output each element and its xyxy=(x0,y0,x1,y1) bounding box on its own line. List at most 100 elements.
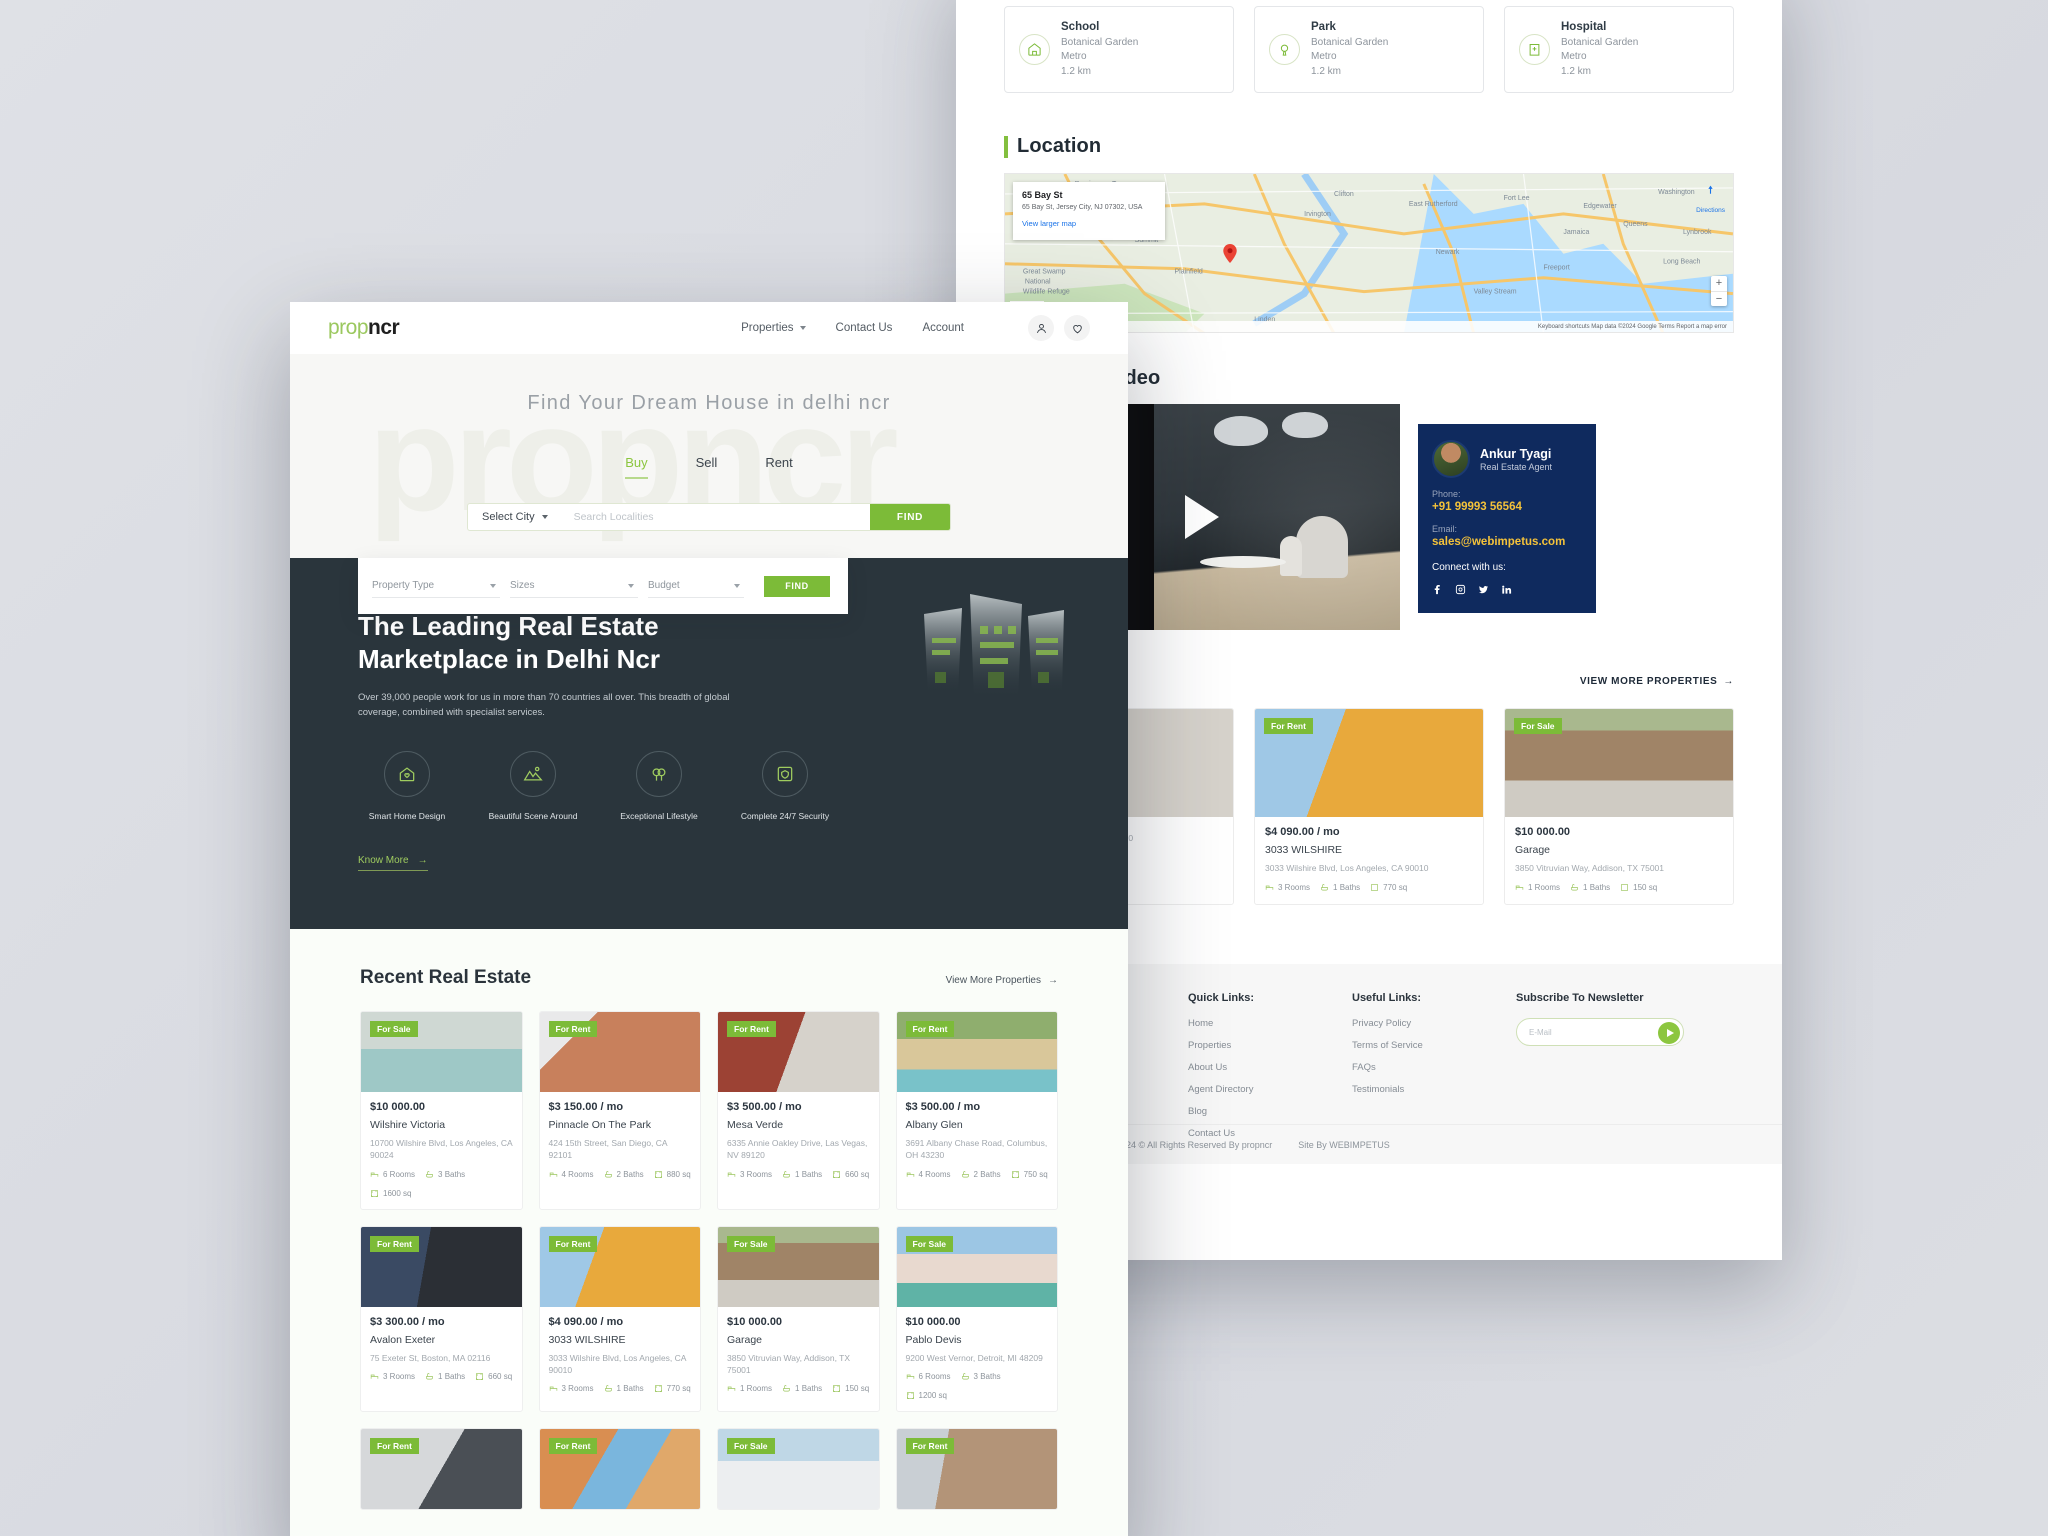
property-photo: For Sale xyxy=(1505,709,1733,818)
filter-find-button[interactable]: FIND xyxy=(764,575,830,597)
bath-icon xyxy=(604,1385,612,1392)
svg-text:Long Beach: Long Beach xyxy=(1663,259,1700,266)
property-address: 9200 West Vernor, Detroit, MI 48209 xyxy=(905,1352,1043,1363)
agent-email[interactable]: sales@webimpetus.com xyxy=(1432,536,1582,548)
property-card[interactable]: For Rent xyxy=(895,1427,1058,1510)
property-type-select[interactable]: Property Type xyxy=(372,575,500,598)
facebook-icon[interactable] xyxy=(1432,584,1443,595)
hero-search-bar: Select City Search Localities FIND xyxy=(467,503,951,531)
property-address: 6335 Annie Oakley Drive, Las Vegas, NV 8… xyxy=(727,1137,868,1161)
video-lamp xyxy=(1282,412,1328,439)
arrow-right-icon: → xyxy=(417,854,428,866)
property-price: $10 000.00 xyxy=(370,1100,426,1113)
know-more-button[interactable]: Know More → xyxy=(358,855,428,871)
amenity-sub2: Metro xyxy=(1561,51,1587,63)
useful-links-title: Useful Links: xyxy=(1352,992,1422,1004)
feature-lifestyle: Exceptional Lifestyle xyxy=(610,750,708,821)
amenities-row: School Botanical Garden Metro 1.2 km Par… xyxy=(1004,0,1734,94)
property-meta: 3 Rooms 1 Baths 660 sq xyxy=(370,1372,513,1381)
city-select[interactable]: Select City xyxy=(468,504,562,530)
svg-text:Wildlife Refuge: Wildlife Refuge xyxy=(1023,289,1070,296)
map-directions-button[interactable]: Directions xyxy=(1696,184,1725,217)
heart-icon[interactable] xyxy=(1064,315,1090,341)
site-logo[interactable]: propncr xyxy=(328,316,400,340)
view-more-properties-link[interactable]: VIEW MORE PROPERTIES → xyxy=(1580,676,1734,687)
footer-link-properties[interactable]: Properties xyxy=(1188,1040,1318,1051)
property-card[interactable]: For Sale $10 000.00 Pablo Devis 9200 West V… xyxy=(895,1225,1058,1412)
agent-social-links[interactable] xyxy=(1432,584,1582,595)
nav-item-properties[interactable]: Properties xyxy=(741,322,806,334)
agent-phone[interactable]: +91 99993 56564 xyxy=(1432,501,1582,513)
footer-link-faqs[interactable]: FAQs xyxy=(1352,1062,1482,1073)
property-card[interactable]: For Rent $4 090.00 / mo 3033 WILSHIRE 3033 … xyxy=(538,1225,701,1412)
mountain-icon xyxy=(510,750,556,797)
footer-link-about-us[interactable]: About Us xyxy=(1188,1062,1318,1073)
footer-link-blog[interactable]: Blog xyxy=(1188,1106,1318,1117)
map-zoom-in-button[interactable]: + xyxy=(1711,276,1727,291)
newsletter-email-input[interactable]: E-Mail xyxy=(1516,1018,1684,1046)
property-card[interactable]: For Rent $3 150.00 / mo Pinnacle On The Pa… xyxy=(538,1010,701,1210)
recent-real-estate-section: Recent Real Estate View More Properties … xyxy=(290,928,1128,1536)
footer-link-testimonials[interactable]: Testimonials xyxy=(1352,1084,1482,1095)
footer-link-privacy-policy[interactable]: Privacy Policy xyxy=(1352,1018,1482,1029)
map-zoom-out-button[interactable]: − xyxy=(1711,291,1727,306)
status-badge: For Rent xyxy=(905,1020,955,1037)
area-icon xyxy=(654,1385,662,1392)
site-by-text: Site By WEBIMPETUS xyxy=(1298,1139,1390,1150)
tab-rent[interactable]: Rent xyxy=(765,455,792,479)
twitter-icon[interactable] xyxy=(1478,584,1489,595)
agent-identity: Ankur Tyagi Real Estate Agent xyxy=(1432,440,1582,479)
bath-icon xyxy=(783,1385,790,1392)
property-name: Pinnacle On The Park xyxy=(548,1118,652,1131)
instagram-icon[interactable] xyxy=(1455,584,1466,595)
property-card[interactable]: For Sale $10 000.00 Garage 3850 Vitruvian W… xyxy=(717,1225,880,1412)
property-card[interactable]: For Rent xyxy=(360,1427,523,1510)
property-card[interactable]: For Rent $3 500.00 / mo Albany Glen 3691 Al… xyxy=(895,1010,1058,1210)
tab-buy[interactable]: Buy xyxy=(625,455,648,479)
bath-icon xyxy=(1321,883,1328,891)
baths-meta: 1 Baths xyxy=(782,1384,822,1393)
search-input[interactable]: Search Localities xyxy=(562,504,870,530)
rooms-meta: 6 Rooms xyxy=(370,1170,415,1179)
footer-link-agent-directory[interactable]: Agent Directory xyxy=(1188,1084,1318,1095)
nav-item-contact-us[interactable]: Contact Us xyxy=(836,322,893,334)
bed-icon xyxy=(370,1374,379,1379)
property-card[interactable]: For Sale xyxy=(717,1427,880,1510)
foreground-page[interactable]: propncr Properties Contact Us Account pr… xyxy=(290,302,1128,1536)
property-meta: 3 Rooms 1 Baths 770 sq xyxy=(549,1384,692,1393)
budget-select[interactable]: Budget xyxy=(648,575,744,598)
sizes-select[interactable]: Sizes xyxy=(510,575,638,598)
amenity-sub1: Botanical Garden xyxy=(1561,36,1639,48)
tab-sell[interactable]: Sell xyxy=(696,455,718,479)
property-address: 3033 Wilshire Blvd, Los Angeles, CA 9001… xyxy=(548,1352,687,1375)
newsletter-placeholder: E-Mail xyxy=(1529,1027,1552,1037)
bed-icon xyxy=(1515,885,1524,890)
newsletter-submit-button[interactable] xyxy=(1658,1021,1680,1044)
find-button[interactable]: FIND xyxy=(870,504,950,530)
map-place-address: 65 Bay St, Jersey City, NJ 07302, USA xyxy=(1022,204,1143,212)
user-icon[interactable] xyxy=(1028,315,1054,341)
status-badge: For Rent xyxy=(548,1437,598,1454)
property-card[interactable]: For Sale $10 000.00 Wilshire Victoria 10700… xyxy=(360,1010,523,1210)
status-badge: For Sale xyxy=(727,1437,775,1454)
nav-item-account[interactable]: Account xyxy=(922,322,964,334)
footer-link-home[interactable]: Home xyxy=(1188,1018,1318,1029)
map-place-card[interactable]: 65 Bay St 65 Bay St, Jersey City, NJ 073… xyxy=(1013,182,1165,240)
property-name: 3033 WILSHIRE xyxy=(548,1333,626,1346)
view-larger-map-link[interactable]: View larger map xyxy=(1022,219,1076,228)
property-card[interactable]: For Rent $4 090.00 / mo 3033 WILSHIRE 30… xyxy=(1254,708,1484,905)
property-card[interactable]: For Rent $3 300.00 / mo Avalon Exeter 75 Ex… xyxy=(360,1225,523,1412)
search-placeholder: Search Localities xyxy=(573,511,654,523)
property-card[interactable]: For Sale $10 000.00 Garage 3850 Vitruvia… xyxy=(1504,708,1734,905)
footer-link-terms[interactable]: Terms of Service xyxy=(1352,1040,1482,1051)
chevron-down-icon xyxy=(541,515,548,519)
map-zoom-controls[interactable]: + − xyxy=(1711,276,1727,307)
property-meta: 3 Rooms 1 Baths 660 sq xyxy=(727,1170,870,1179)
property-card[interactable]: For Rent $3 500.00 / mo Mesa Verde 6335 Ann… xyxy=(717,1010,880,1210)
recent-view-more-link[interactable]: View More Properties → xyxy=(946,975,1058,986)
play-icon[interactable] xyxy=(1185,495,1219,540)
property-card[interactable]: For Rent xyxy=(538,1427,701,1510)
svg-text:National: National xyxy=(1025,279,1051,286)
linkedin-icon[interactable] xyxy=(1501,584,1512,595)
area-meta: 880 sq xyxy=(654,1170,691,1179)
